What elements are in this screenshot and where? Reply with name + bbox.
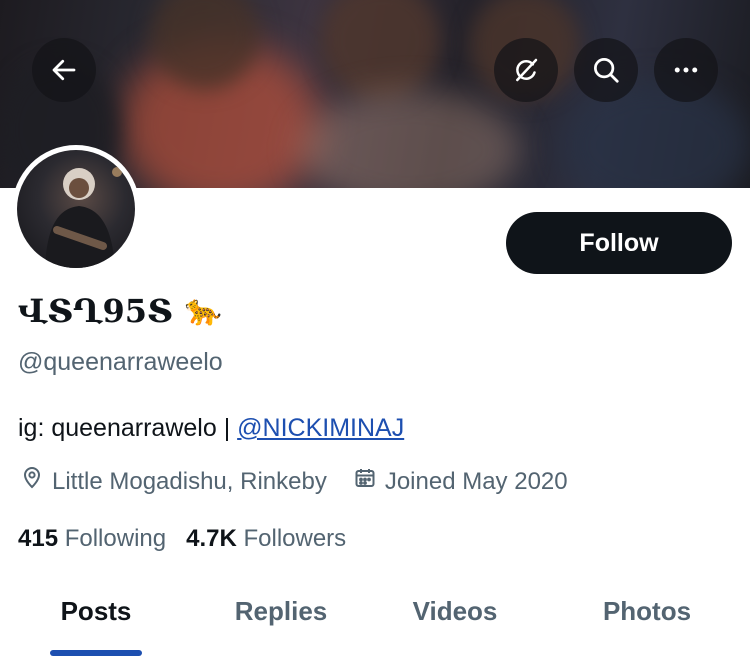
profile-meta: Little Mogadishu, Rinkeby Joined May 202… xyxy=(20,466,594,497)
search-icon xyxy=(591,55,621,85)
followers-label: Followers xyxy=(243,525,347,552)
profile-tabs: Posts Replies Videos Photos xyxy=(0,580,750,656)
tab-replies[interactable]: Replies xyxy=(216,580,346,656)
tab-posts[interactable]: Posts xyxy=(36,580,156,656)
back-arrow-icon xyxy=(49,55,79,85)
avatar-image xyxy=(17,150,135,268)
leopard-emoji: 🐆 xyxy=(184,294,223,327)
tab-label: Posts xyxy=(60,596,132,626)
location-pin-icon xyxy=(20,466,44,497)
avatar[interactable] xyxy=(12,145,140,273)
location-text: Little Mogadishu, Rinkeby xyxy=(52,467,327,495)
following-count: 415 xyxy=(18,525,59,552)
tab-label: Replies xyxy=(234,596,328,626)
followers-stat[interactable]: 4.7K Followers xyxy=(186,525,346,553)
tab-videos[interactable]: Videos xyxy=(392,580,518,656)
follow-button[interactable]: Follow xyxy=(506,212,732,274)
followers-count: 4.7K xyxy=(186,525,237,552)
profile-bio: ig: queenarrawelo | @NICKIMINAJ xyxy=(18,414,404,443)
active-tab-indicator xyxy=(50,650,142,656)
bio-mention-link[interactable]: @NICKIMINAJ xyxy=(237,414,404,442)
profile-name-row: ՎՏՂ95Տ 🐆 xyxy=(18,292,222,330)
following-label: Following xyxy=(64,525,167,552)
following-stat[interactable]: 415 Following xyxy=(18,525,166,553)
grok-icon xyxy=(511,55,541,85)
grok-button[interactable] xyxy=(494,38,558,102)
display-name: ՎՏՂ95Տ xyxy=(18,292,173,330)
location-item: Little Mogadishu, Rinkeby xyxy=(20,466,327,497)
calendar-icon xyxy=(353,466,377,497)
joined-item: Joined May 2020 xyxy=(353,466,568,497)
back-button[interactable] xyxy=(32,38,96,102)
tab-label: Videos xyxy=(412,596,498,626)
search-button[interactable] xyxy=(574,38,638,102)
tab-label: Photos xyxy=(602,596,692,626)
tab-photos[interactable]: Photos xyxy=(582,580,712,656)
more-icon xyxy=(671,55,701,85)
profile-stats: 415 Following 4.7K Followers xyxy=(18,525,366,553)
more-button[interactable] xyxy=(654,38,718,102)
profile-handle: @queenarraweelo xyxy=(18,348,223,376)
joined-text: Joined May 2020 xyxy=(384,467,568,495)
bio-text: ig: queenarrawelo | xyxy=(18,414,238,442)
